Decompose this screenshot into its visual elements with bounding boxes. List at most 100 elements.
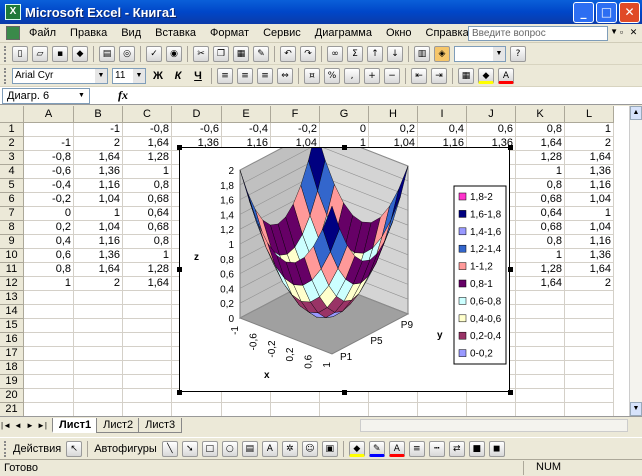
print-icon[interactable]: ▤ [99,45,115,62]
cell[interactable]: 2 [565,277,614,291]
cell[interactable] [123,361,172,375]
cell[interactable]: 1,64 [565,151,614,165]
cell[interactable]: 2 [74,277,123,291]
fill-color-icon[interactable]: ◆ [478,67,494,84]
cell[interactable] [565,347,614,361]
cell[interactable] [123,347,172,361]
cell[interactable] [74,389,123,403]
excel-app-icon[interactable]: X [5,4,21,20]
first-sheet-icon[interactable]: |◄ [0,421,12,430]
column-header[interactable]: D [172,106,222,123]
cell[interactable] [516,361,565,375]
cell[interactable]: 1,64 [565,263,614,277]
cell[interactable] [24,319,74,333]
cell[interactable]: 0,6 [24,249,74,263]
column-header[interactable]: L [565,106,614,123]
format-painter-icon[interactable]: ✎ [253,45,269,62]
close-button[interactable]: ✕ [619,1,640,23]
currency-icon[interactable]: ¤ [304,67,320,84]
cell[interactable]: -0,8 [24,151,74,165]
column-header[interactable]: B [74,106,123,123]
menu-item[interactable]: Сервис [256,27,308,39]
cell[interactable] [565,361,614,375]
column-header[interactable]: K [516,106,565,123]
row-header[interactable]: 1 [0,123,24,137]
cell[interactable]: 0,68 [123,221,172,235]
cell[interactable] [74,291,123,305]
autosum-icon[interactable]: Σ [347,45,363,62]
chart-resize-handle[interactable] [508,145,513,150]
cell[interactable] [418,403,467,416]
row-header[interactable]: 5 [0,179,24,193]
cell[interactable]: 1,28 [123,263,172,277]
cell[interactable]: 1 [123,249,172,263]
cell[interactable] [24,375,74,389]
row-header[interactable]: 19 [0,375,24,389]
cell[interactable] [123,333,172,347]
next-sheet-icon[interactable]: ► [24,421,36,430]
column-header[interactable]: J [467,106,516,123]
doc-close-icon[interactable]: ✕ [628,27,639,38]
cell[interactable] [369,403,418,416]
merge-center-icon[interactable]: ⇔ [277,67,293,84]
row-header[interactable]: 15 [0,319,24,333]
select-all-corner[interactable] [0,106,24,123]
menu-item[interactable]: Диаграмма [308,27,379,39]
cell[interactable]: 1,64 [123,277,172,291]
cell[interactable] [516,389,565,403]
sheet-tab[interactable]: Лист2 [96,418,141,433]
cell[interactable]: 0,4 [24,235,74,249]
cell[interactable] [24,403,74,416]
cell[interactable]: -1 [74,123,123,137]
row-header[interactable]: 10 [0,249,24,263]
rectangle-icon[interactable]: □ [201,440,218,457]
cell[interactable] [516,347,565,361]
cell[interactable] [24,123,74,137]
cell[interactable]: 0,8 [123,179,172,193]
cell[interactable]: -0,2 [24,193,74,207]
row-header[interactable]: 9 [0,235,24,249]
minimize-button[interactable]: _ [573,1,594,23]
cell[interactable]: 0,4 [418,123,467,137]
cell[interactable]: 1,64 [516,137,565,151]
cell[interactable]: 0,8 [123,235,172,249]
cell[interactable]: 1 [123,165,172,179]
line-color-icon[interactable]: ✎ [368,440,385,457]
cell[interactable]: 1 [516,165,565,179]
cell[interactable] [74,403,123,416]
cell[interactable]: 0,2 [369,123,418,137]
cell[interactable]: -0,2 [271,123,320,137]
cell[interactable] [24,389,74,403]
cell[interactable] [123,403,172,416]
column-header[interactable]: E [222,106,271,123]
cell[interactable] [565,291,614,305]
cell[interactable] [123,291,172,305]
font-name-combo[interactable]: Arial Cyr ▼ [12,67,108,84]
hyperlink-icon[interactable]: ∞ [327,45,343,62]
cell[interactable] [516,305,565,319]
chart-resize-handle[interactable] [177,267,182,272]
cell[interactable] [74,347,123,361]
drawing-toggle-icon[interactable]: ◈ [434,45,450,62]
cell[interactable] [565,403,614,416]
cell[interactable] [74,361,123,375]
cell[interactable]: 2 [565,137,614,151]
help-search-input[interactable]: Введите вопрос [468,26,608,41]
cell[interactable] [565,375,614,389]
cell[interactable]: 1 [565,207,614,221]
paste-icon[interactable]: ▦ [233,45,249,62]
menu-item[interactable]: Формат [203,27,256,39]
bold-button[interactable]: Ж [150,68,166,84]
cell[interactable] [565,389,614,403]
cell[interactable] [24,305,74,319]
row-header[interactable]: 12 [0,277,24,291]
cell[interactable]: 1 [516,249,565,263]
cell[interactable] [222,403,271,416]
row-header[interactable]: 21 [0,403,24,416]
italic-button[interactable]: К [170,68,186,84]
copy-icon[interactable]: ❐ [213,45,229,62]
menu-item[interactable]: Файл [22,27,63,39]
last-sheet-icon[interactable]: ►| [36,421,48,430]
cell[interactable]: 1,64 [74,151,123,165]
dash-style-icon[interactable]: ┅ [428,440,445,457]
